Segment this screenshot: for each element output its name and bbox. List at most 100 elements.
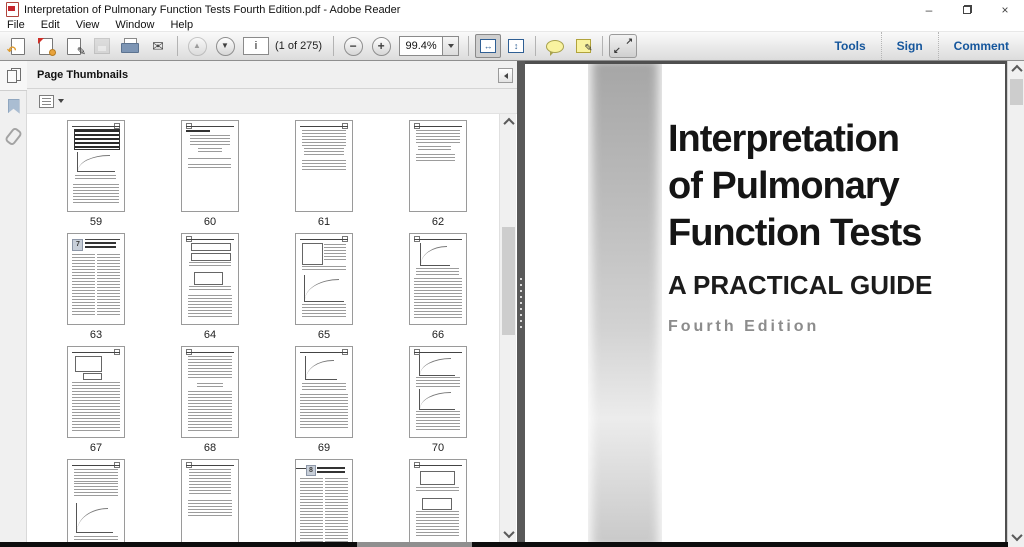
previous-page-button[interactable]: ▲ xyxy=(184,34,210,58)
page-thumbnail[interactable] xyxy=(381,459,495,542)
menu-item-file[interactable]: File xyxy=(0,19,33,31)
chevron-up-icon xyxy=(1010,64,1023,77)
zoom-level-value: 99.4% xyxy=(405,40,437,52)
page-thumbnail-59[interactable]: 59 xyxy=(39,120,153,233)
zoom-level-combobox[interactable]: 99.4% xyxy=(399,36,460,56)
thumbnail-page-image[interactable] xyxy=(295,233,353,325)
page-thumbnail-67[interactable]: 67 xyxy=(39,346,153,459)
thumbnail-page-number: 69 xyxy=(317,442,331,454)
thumbnail-page-number: 68 xyxy=(203,442,217,454)
tools-button[interactable]: Tools xyxy=(820,32,881,60)
fit-width-button[interactable]: ↔ xyxy=(475,34,502,58)
page-thumbnail-66[interactable]: 66 xyxy=(381,233,495,346)
page-thumbnail-60[interactable]: 60 xyxy=(153,120,267,233)
page-thumbnail-63[interactable]: 7 63 xyxy=(39,233,153,346)
thumbnail-page-image[interactable] xyxy=(67,120,125,212)
thumbnail-page-number: 63 xyxy=(89,329,103,341)
print-button[interactable] xyxy=(117,34,143,58)
thumbnails-scrollbar[interactable] xyxy=(499,114,516,542)
thumbnail-page-number: 65 xyxy=(317,329,331,341)
chevron-left-icon xyxy=(503,72,508,79)
fullscreen-button[interactable]: ↗ ↙ xyxy=(609,34,638,58)
scroll-up-button[interactable] xyxy=(1008,61,1024,77)
fill-sign-button[interactable]: ✎ xyxy=(61,34,87,58)
thumbnail-page-image[interactable] xyxy=(181,233,239,325)
thumbnail-page-image[interactable]: 8 xyxy=(295,459,353,542)
scroll-up-button[interactable] xyxy=(500,114,517,130)
bottom-edge-strip xyxy=(0,542,1008,547)
thumbnail-page-image[interactable]: 7 xyxy=(67,233,125,325)
sign-button[interactable]: Sign xyxy=(880,32,938,60)
thumbnail-page-image[interactable] xyxy=(295,346,353,438)
create-pdf-button[interactable] xyxy=(33,34,59,58)
fit-page-button[interactable]: ↕ xyxy=(503,34,529,58)
open-button[interactable]: ↶ xyxy=(5,34,31,58)
attachments-tab[interactable] xyxy=(0,121,27,151)
thumbnails-panel: Page Thumbnails 59 60 61 62 7 63 64 65 66 67 68 69 7… xyxy=(27,61,517,547)
page-thumbnail-70[interactable]: 70 xyxy=(381,346,495,459)
thumbnail-page-number: 64 xyxy=(203,329,217,341)
thumbnail-scroll-area: 59 60 61 62 7 63 64 65 66 67 68 69 70 8 xyxy=(27,114,499,542)
page-thumbnails-tab[interactable] xyxy=(0,61,27,91)
thumbnail-page-image[interactable] xyxy=(409,346,467,438)
thumbnail-page-image[interactable] xyxy=(409,120,467,212)
thumbnail-page-image[interactable] xyxy=(67,459,125,542)
thumbnail-page-number: 66 xyxy=(431,329,445,341)
menu-item-view[interactable]: View xyxy=(68,19,108,31)
menu-item-edit[interactable]: Edit xyxy=(33,19,68,31)
page-thumbnail-61[interactable]: 61 xyxy=(267,120,381,233)
book-title-line: of Pulmonary xyxy=(668,165,900,207)
thumbnail-page-image[interactable] xyxy=(181,120,239,212)
next-page-button[interactable]: ▼ xyxy=(212,34,238,58)
comment-button[interactable]: Comment xyxy=(937,32,1024,60)
next-page-icon: ▼ xyxy=(215,36,235,56)
thumbnail-page-image[interactable] xyxy=(67,346,125,438)
comment-bubble-button[interactable] xyxy=(542,34,568,58)
thumbnail-page-image[interactable] xyxy=(181,346,239,438)
page-thumbnail-62[interactable]: 62 xyxy=(381,120,495,233)
close-button[interactable]: × xyxy=(986,0,1024,19)
scroll-down-button[interactable] xyxy=(500,526,517,542)
title-bar: Interpretation of Pulmonary Function Tes… xyxy=(0,0,1024,19)
panel-title: Page Thumbnails xyxy=(37,68,129,81)
document-scrollbar[interactable] xyxy=(1007,61,1024,547)
save-button[interactable] xyxy=(89,34,115,58)
scroll-down-button[interactable] xyxy=(1008,529,1024,545)
page-thumbnail-69[interactable]: 69 xyxy=(267,346,381,459)
restore-button[interactable] xyxy=(948,0,986,19)
panel-header: Page Thumbnails xyxy=(27,61,517,89)
thumbnail-page-image[interactable] xyxy=(409,233,467,325)
menu-item-help[interactable]: Help xyxy=(162,19,201,31)
thumbnail-page-image[interactable] xyxy=(181,459,239,542)
fit-page-icon: ↕ xyxy=(508,39,525,53)
zoom-out-button[interactable]: − xyxy=(340,34,366,58)
page-thumbnail[interactable]: 8 xyxy=(267,459,381,542)
thumbnail-page-image[interactable] xyxy=(295,120,353,212)
document-page: Interpretation of Pulmonary Function Tes… xyxy=(525,64,1005,543)
email-button[interactable]: ✉ xyxy=(145,34,171,58)
minimize-button[interactable]: – xyxy=(910,0,948,19)
panel-splitter[interactable] xyxy=(517,61,525,547)
thumbnail-page-number: 59 xyxy=(89,216,103,228)
page-thumbnail[interactable] xyxy=(39,459,153,542)
thumbnail-options-button[interactable] xyxy=(39,94,64,108)
page-thumbnail-65[interactable]: 65 xyxy=(267,233,381,346)
sticky-note-button[interactable]: ✎ xyxy=(570,34,596,58)
zoom-in-button[interactable]: + xyxy=(368,34,394,58)
collapse-panel-button[interactable] xyxy=(498,68,513,83)
horizontal-scrollbar-thumb[interactable] xyxy=(357,542,472,547)
thumbnail-page-image[interactable] xyxy=(409,459,467,542)
page-number-input[interactable]: i xyxy=(243,37,269,55)
book-edition: Fourth Edition xyxy=(668,318,820,335)
page-thumbnail[interactable] xyxy=(153,459,267,542)
page-thumbnail-64[interactable]: 64 xyxy=(153,233,267,346)
menu-item-window[interactable]: Window xyxy=(107,19,162,31)
zoom-in-icon: + xyxy=(371,36,391,56)
scrollbar-thumb[interactable] xyxy=(1010,79,1023,105)
page-thumbnail-68[interactable]: 68 xyxy=(153,346,267,459)
chevron-down-icon xyxy=(1010,529,1023,542)
scrollbar-thumb[interactable] xyxy=(502,227,515,335)
chevron-down-icon xyxy=(447,44,454,48)
zoom-dropdown-button[interactable] xyxy=(442,37,459,55)
bookmarks-tab[interactable] xyxy=(0,91,27,121)
